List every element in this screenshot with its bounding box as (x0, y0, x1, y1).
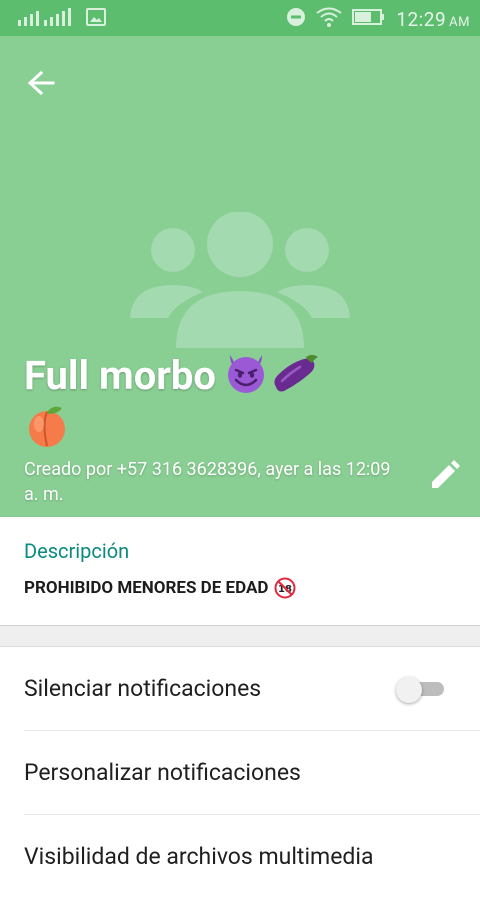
group-icon (130, 212, 350, 348)
description-card[interactable]: Descripción PROHIBIDO MENORES DE EDAD 18 (0, 517, 480, 626)
custom-notifications-label: Personalizar notificaciones (24, 759, 301, 786)
section-gap (0, 626, 480, 647)
dnd-icon (286, 7, 306, 31)
clock-time: 12:29 (396, 7, 447, 31)
group-name: Full morbo (24, 352, 216, 399)
smiling-devil-emoji (228, 355, 264, 393)
status-time: 12:29 AM (396, 8, 470, 31)
toggle-thumb (396, 677, 422, 703)
back-button[interactable] (22, 63, 62, 103)
media-visibility-label: Visibilidad de archivos multimedia (24, 843, 374, 870)
clock-ampm: AM (449, 14, 470, 30)
created-by-text: Creado por +57 316 3628396, ayer a las 1… (24, 459, 391, 505)
status-left (18, 8, 106, 30)
image-icon (86, 8, 106, 30)
group-title: Full morbo (24, 347, 464, 405)
battery-icon (352, 8, 386, 30)
title-emojis (224, 352, 320, 399)
status-bar: 12:29 AM (0, 0, 480, 36)
pencil-icon (432, 460, 460, 488)
no-under-18-icon: 18 (274, 577, 296, 599)
arrow-back-icon (27, 70, 55, 96)
custom-notifications-row[interactable]: Personalizar notificaciones (0, 731, 480, 815)
peach-emoji (29, 406, 65, 447)
group-header: Full morbo Creado por +57 316 3628396, a… (0, 36, 480, 517)
signal-icon (18, 8, 74, 30)
description-text-row: PROHIBIDO MENORES DE EDAD 18 (24, 577, 296, 599)
mute-notifications-toggle[interactable] (396, 677, 448, 703)
mute-notifications-row[interactable]: Silenciar notificaciones (0, 647, 480, 731)
description-text: PROHIBIDO MENORES DE EDAD (24, 578, 269, 598)
description-label: Descripción (24, 539, 130, 563)
eggplant-emoji (274, 355, 318, 392)
media-visibility-row[interactable]: Visibilidad de archivos multimedia (0, 815, 480, 899)
wifi-icon (316, 7, 342, 31)
mute-notifications-label: Silenciar notificaciones (24, 675, 262, 702)
status-right: 12:29 AM (286, 7, 470, 31)
edit-group-button[interactable] (426, 458, 462, 494)
